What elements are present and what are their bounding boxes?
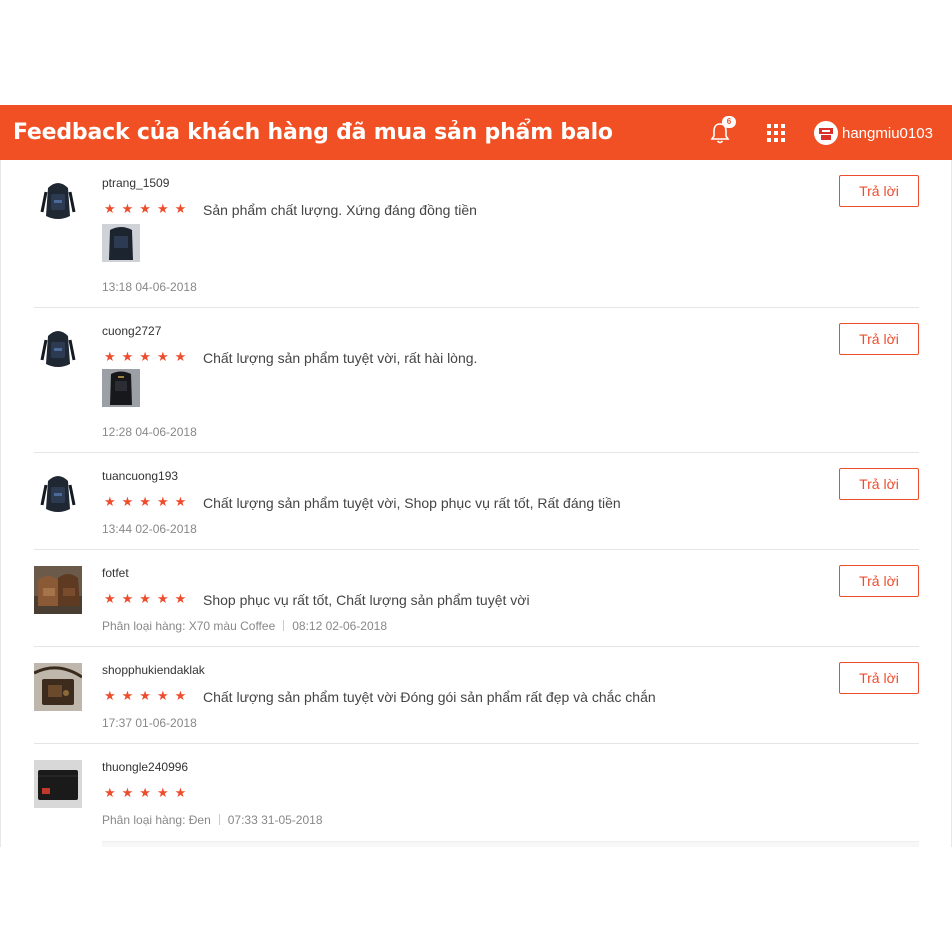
review-text: Chất lượng sản phẩm tuyệt vời Đóng gói s… bbox=[203, 689, 656, 705]
reply-button[interactable]: Trả lời bbox=[839, 468, 919, 500]
review-meta: 12:28 04-06-2018 bbox=[102, 425, 197, 439]
review-photo[interactable] bbox=[102, 369, 140, 407]
reviewer-name: shopphukiendaklak bbox=[102, 663, 205, 677]
review-item: thuongle240996 ★★★★★ Phân loại hàng: Đen… bbox=[34, 744, 919, 847]
reviewer-name: tuancuong193 bbox=[102, 469, 179, 483]
reply-button[interactable]: Trả lời bbox=[839, 323, 919, 355]
reviewer-name: cuong2727 bbox=[102, 324, 162, 338]
review-time: 07:33 31-05-2018 bbox=[227, 813, 323, 827]
user-avatar bbox=[814, 121, 838, 145]
product-thumbnail bbox=[34, 566, 82, 614]
review-text: Chất lượng sản phẩm tuyệt vời, rất hài l… bbox=[203, 350, 478, 366]
product-thumbnail bbox=[34, 760, 82, 808]
product-thumbnail bbox=[34, 176, 82, 224]
product-thumbnail bbox=[34, 469, 82, 517]
meta-divider bbox=[218, 814, 220, 825]
reply-button[interactable]: Trả lời bbox=[839, 662, 919, 694]
review-time: 08:12 02-06-2018 bbox=[292, 619, 387, 633]
review-text: Chất lượng sản phẩm tuyệt vời, Shop phục… bbox=[203, 495, 621, 511]
review-item: fotfet ★★★★★ Shop phục vụ rất tốt, Chất … bbox=[34, 550, 919, 647]
review-text: Shop phục vụ rất tốt, Chất lượng sản phẩ… bbox=[203, 592, 530, 608]
reviewer-name: ptrang_1509 bbox=[102, 176, 170, 190]
meta-divider bbox=[283, 620, 285, 631]
review-meta: Phân loại hàng: Đen 07:33 31-05-2018 bbox=[102, 813, 323, 827]
reviewer-name: fotfet bbox=[102, 566, 129, 580]
username: hangmiu0103 bbox=[842, 124, 933, 142]
review-item: ptrang_1509 ★★★★★ Sản phẩm chất lượng. X… bbox=[34, 160, 919, 308]
review-item: cuong2727 ★★★★★ Chất lượng sản phẩm tuyệ… bbox=[34, 308, 919, 453]
reply-box-edge bbox=[102, 841, 919, 847]
review-meta: Phân loại hàng: X70 màu Coffee 08:12 02-0… bbox=[102, 619, 387, 633]
review-item: tuancuong193 ★★★★★ Chất lượng sản phẩm t… bbox=[34, 453, 919, 550]
apps-grid-icon[interactable] bbox=[767, 124, 785, 142]
rating-stars: ★★★★★ bbox=[104, 349, 193, 364]
review-variation: Phân loại hàng: Đen bbox=[102, 813, 211, 827]
review-photo[interactable] bbox=[102, 224, 140, 262]
product-thumbnail bbox=[34, 324, 82, 372]
review-text: Sản phẩm chất lượng. Xứng đáng đồng tiền bbox=[203, 202, 477, 218]
review-time: 13:44 02-06-2018 bbox=[102, 522, 197, 536]
rating-stars: ★★★★★ bbox=[104, 688, 193, 703]
rating-stars: ★★★★★ bbox=[104, 591, 193, 606]
review-variation: Phân loại hàng: X70 màu Coffee bbox=[102, 619, 276, 633]
review-time: 13:18 04-06-2018 bbox=[102, 280, 197, 294]
review-item: shopphukiendaklak ★★★★★ Chất lượng sản p… bbox=[34, 647, 919, 744]
page-title: Feedback của khách hàng đã mua sản phẩm … bbox=[13, 120, 613, 145]
user-menu[interactable]: hangmiu0103 bbox=[814, 119, 933, 147]
reply-button[interactable]: Trả lời bbox=[839, 175, 919, 207]
notification-badge: 6 bbox=[722, 116, 736, 128]
reviewer-name: thuongle240996 bbox=[102, 760, 189, 774]
rating-stars: ★★★★★ bbox=[104, 494, 193, 509]
review-time: 17:37 01-06-2018 bbox=[102, 716, 197, 730]
product-thumbnail bbox=[34, 663, 82, 711]
review-meta: 13:18 04-06-2018 bbox=[102, 280, 197, 294]
review-meta: 13:44 02-06-2018 bbox=[102, 522, 197, 536]
header-bar: Feedback của khách hàng đã mua sản phẩm … bbox=[0, 105, 952, 160]
reply-button[interactable]: Trả lời bbox=[839, 565, 919, 597]
review-time: 12:28 04-06-2018 bbox=[102, 425, 197, 439]
rating-stars: ★★★★★ bbox=[104, 201, 193, 216]
reviews-panel: ptrang_1509 ★★★★★ Sản phẩm chất lượng. X… bbox=[0, 160, 952, 847]
review-meta: 17:37 01-06-2018 bbox=[102, 716, 197, 730]
rating-stars: ★★★★★ bbox=[104, 785, 193, 800]
